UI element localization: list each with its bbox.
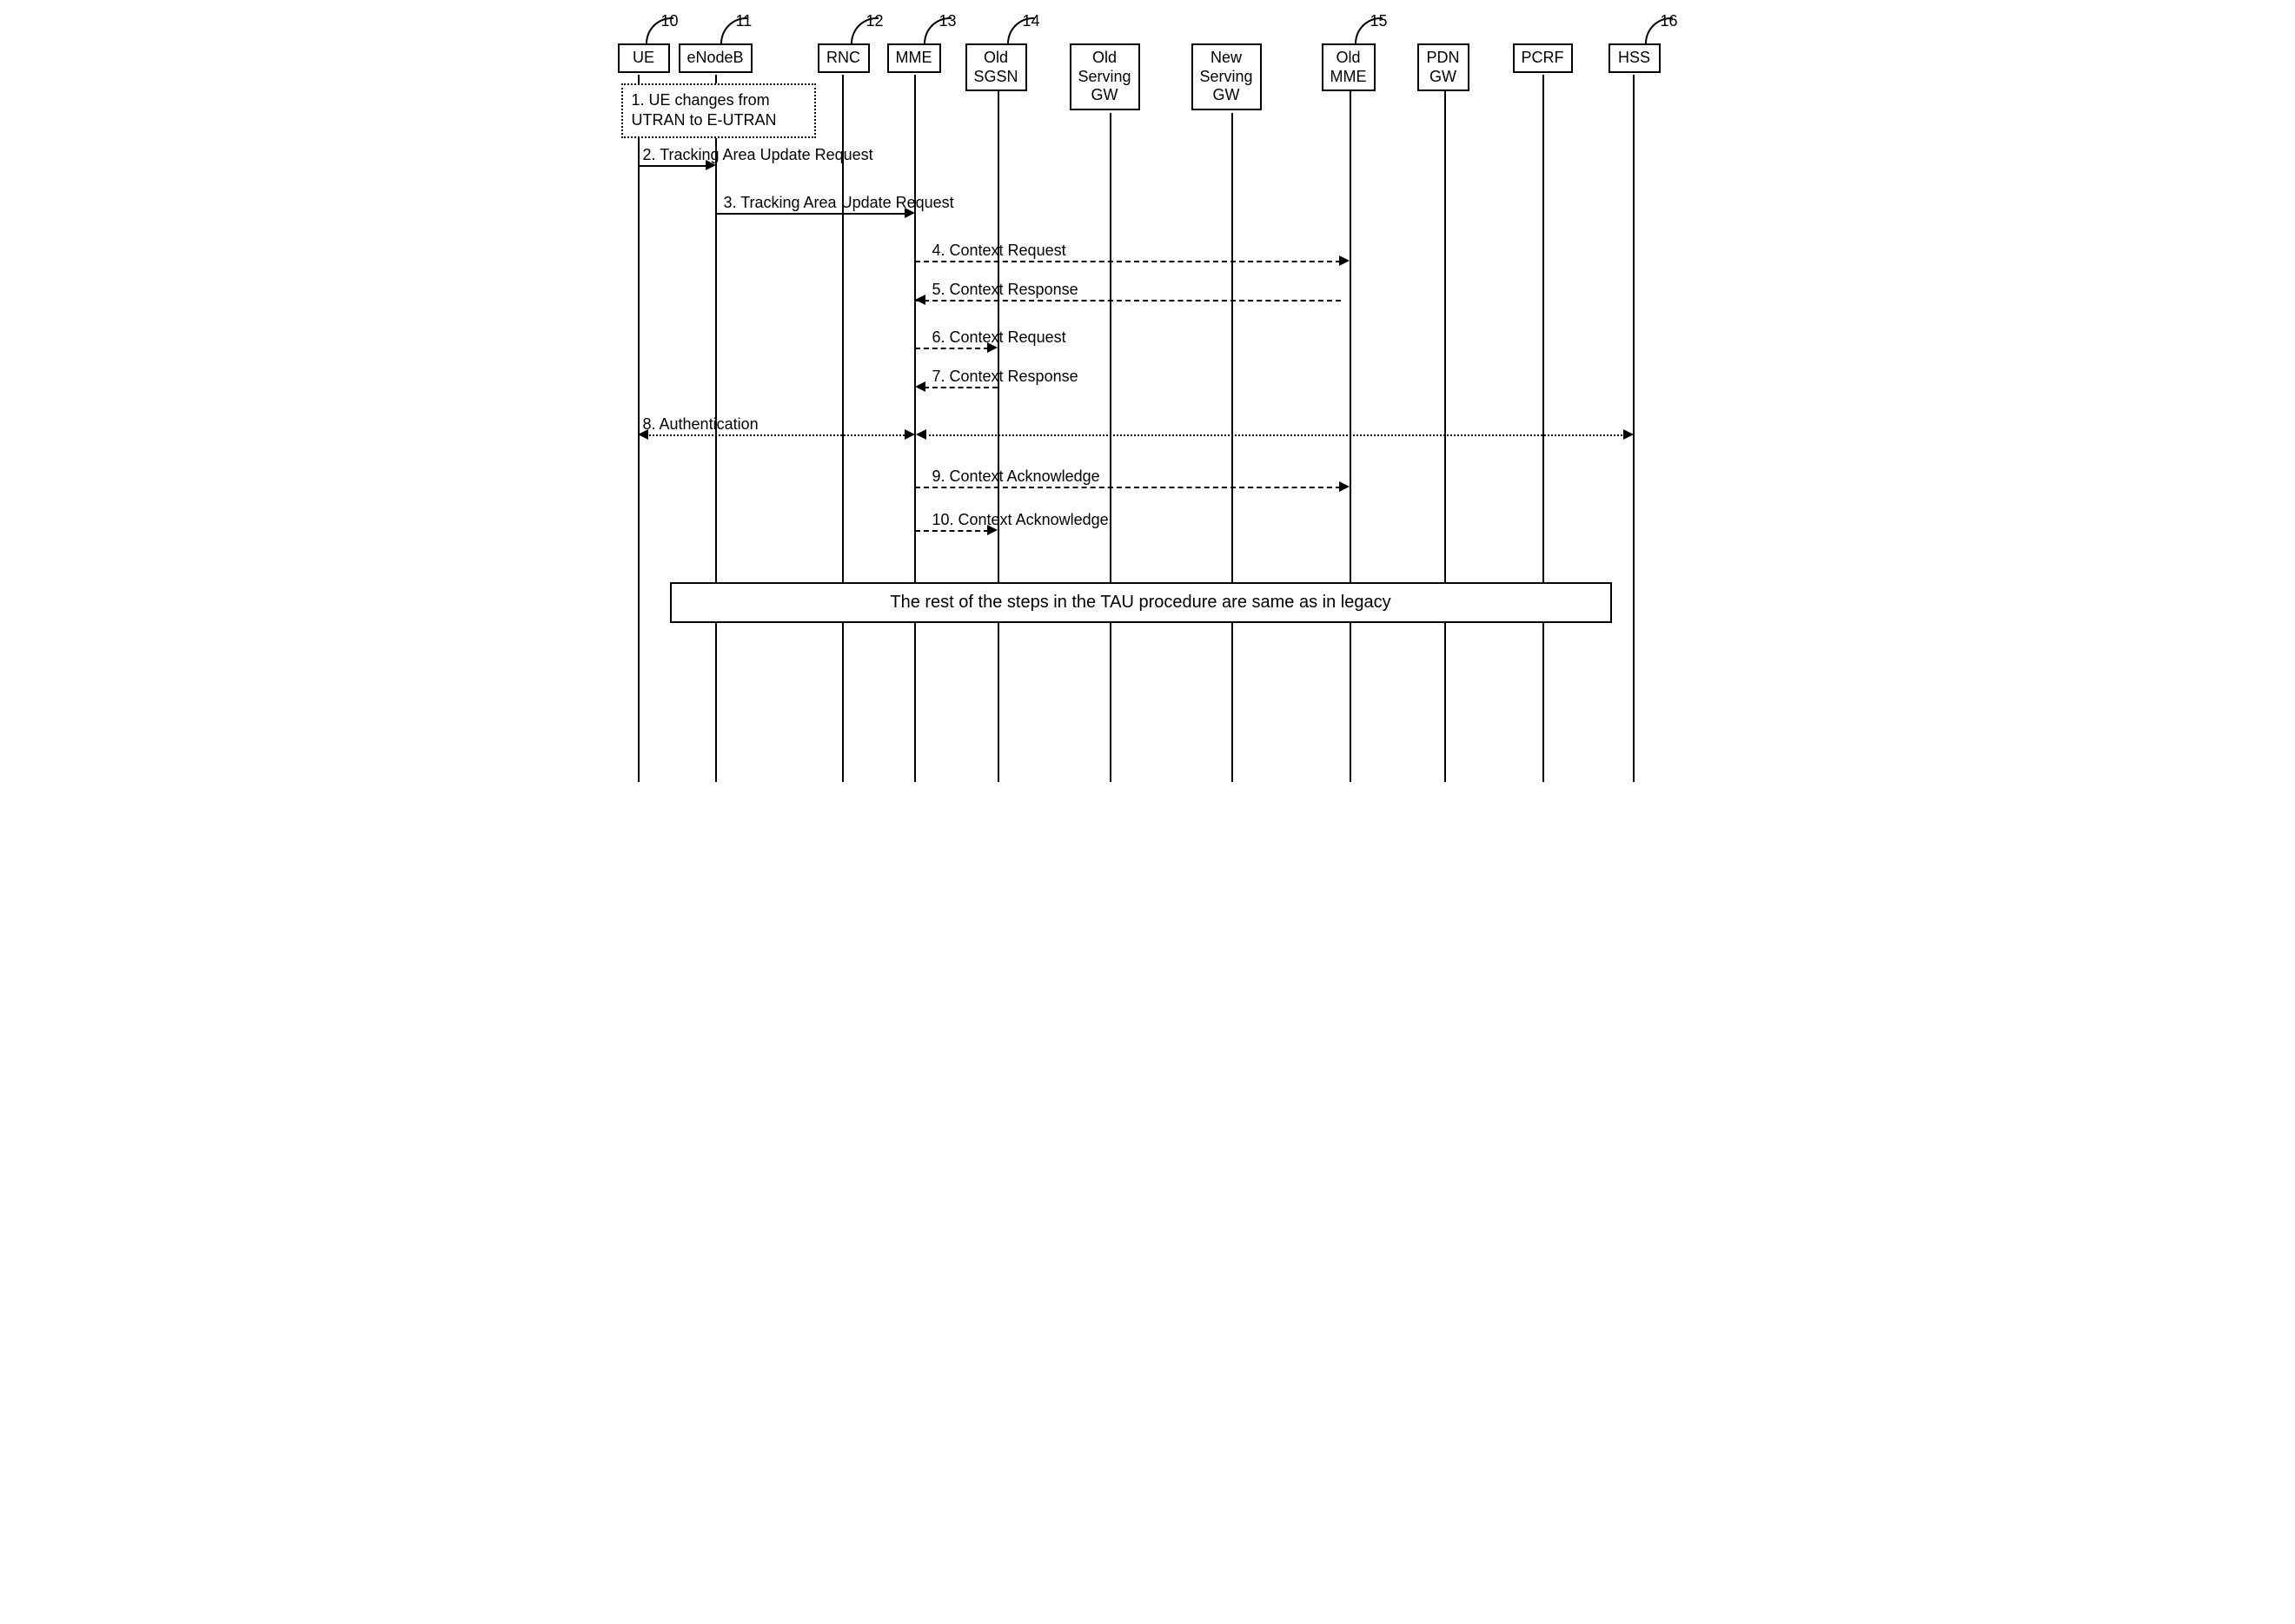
lifeline-hss: [1633, 75, 1635, 782]
arrow-head-left-icon: [915, 381, 925, 392]
arrow-head-left-icon: [916, 429, 926, 440]
arrow-head-right-icon: [706, 160, 716, 170]
actor-label: OldMME: [1330, 49, 1367, 85]
arrow-line: [638, 165, 707, 167]
arrow-head-left-icon: [638, 429, 648, 440]
lifeline-mme: [914, 75, 916, 782]
arrow-head-right-icon: [987, 342, 998, 353]
actor-old-sgsn: OldSGSN: [965, 43, 1027, 91]
lifeline-old-sgsn: [998, 91, 999, 782]
arrow-line: [915, 348, 989, 349]
actor-label: eNodeB: [687, 49, 744, 66]
actor-old-mme: OldMME: [1322, 43, 1376, 91]
msg-label: 2. Tracking Area Update Request: [643, 146, 873, 164]
lifeline-rnc: [842, 75, 844, 782]
msg-label: 4. Context Request: [932, 242, 1066, 260]
lifeline-pcrf: [1542, 75, 1544, 782]
actor-ref-old-sgsn: 14: [1023, 12, 1040, 30]
actor-label: UE: [633, 49, 654, 66]
arrow-line: [915, 261, 1341, 262]
arrow-line: [915, 530, 989, 532]
actor-enodeb: eNodeB: [679, 43, 753, 73]
arrow-head-right-icon: [1623, 429, 1634, 440]
actor-label: OldSGSN: [974, 49, 1018, 85]
lifeline-ue: [638, 75, 640, 782]
actor-label: HSS: [1618, 49, 1650, 66]
actor-ref-rnc: 12: [866, 12, 884, 30]
lifeline-old-mme: [1350, 91, 1351, 782]
arrow-head-right-icon: [1339, 481, 1350, 492]
final-note-box: The rest of the steps in the TAU procedu…: [670, 582, 1612, 623]
msg-label: 3. Tracking Area Update Request: [724, 194, 954, 212]
actor-label: PDNGW: [1426, 49, 1459, 85]
arrow-line: [715, 213, 906, 215]
actor-label: OldServingGW: [1078, 49, 1131, 103]
actor-label: RNC: [826, 49, 860, 66]
arrow-head-right-icon: [1339, 255, 1350, 266]
actor-ref-hss: 16: [1661, 12, 1678, 30]
actor-label: MME: [896, 49, 932, 66]
arrow-line: [647, 434, 907, 436]
actor-hss: HSS: [1608, 43, 1661, 73]
sequence-diagram: 10 11 12 13 14 15 16 UE eNodeB RNC MME O…: [609, 17, 1687, 782]
final-note-text: The rest of the steps in the TAU procedu…: [890, 593, 1390, 612]
lifeline-old-sgw: [1110, 113, 1111, 782]
note-text: 1. UE changes fromUTRAN to E-UTRAN: [632, 91, 777, 129]
arrow-head-left-icon: [915, 295, 925, 305]
arrow-head-right-icon: [905, 429, 915, 440]
arrow-line: [915, 487, 1341, 488]
actor-ref-mme: 13: [939, 12, 957, 30]
arrow-line: [915, 300, 1341, 302]
actor-pdn-gw: PDNGW: [1417, 43, 1469, 91]
msg-label: 7. Context Response: [932, 368, 1078, 386]
arrow-line: [925, 434, 1626, 436]
msg-label: 6. Context Request: [932, 328, 1066, 347]
actor-mme: MME: [887, 43, 941, 73]
msg-label: 10. Context Acknowledge: [932, 511, 1109, 529]
msg-label: 5. Context Response: [932, 281, 1078, 299]
actor-label: NewServingGW: [1200, 49, 1253, 103]
actor-ref-ue: 10: [661, 12, 679, 30]
arrow-line: [924, 387, 998, 388]
arrow-head-right-icon: [987, 525, 998, 535]
actor-pcrf: PCRF: [1513, 43, 1573, 73]
actor-label: PCRF: [1522, 49, 1564, 66]
arrow-head-right-icon: [905, 208, 915, 218]
lifeline-pdn-gw: [1444, 91, 1446, 782]
actor-new-serving-gw: NewServingGW: [1191, 43, 1262, 110]
actor-ue: UE: [618, 43, 670, 73]
note-step1: 1. UE changes fromUTRAN to E-UTRAN: [621, 83, 816, 138]
msg-label: 8. Authentication: [643, 415, 759, 434]
lifeline-new-sgw: [1231, 113, 1233, 782]
actor-ref-old-mme: 15: [1370, 12, 1388, 30]
msg-label: 9. Context Acknowledge: [932, 467, 1100, 486]
actor-old-serving-gw: OldServingGW: [1070, 43, 1140, 110]
actor-ref-enodeb: 11: [736, 12, 753, 30]
actor-rnc: RNC: [818, 43, 870, 73]
